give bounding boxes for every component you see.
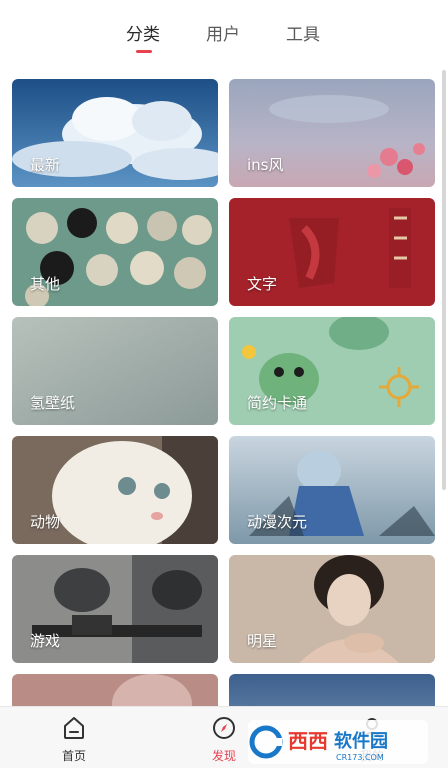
category-card-latest[interactable]: 最新 [12, 79, 218, 187]
tab-users[interactable]: 用户 [206, 20, 240, 45]
category-label: 简约卡通 [247, 394, 308, 412]
watermark-logo: 西西 软件园 CR173.COM [248, 720, 428, 764]
category-card-cartoon[interactable]: 简约卡通 [229, 317, 435, 425]
nav-discover[interactable]: 发现 [194, 715, 254, 764]
active-tab-indicator [136, 50, 152, 53]
category-card-text[interactable]: 文字 [229, 198, 435, 306]
category-label: 动物 [30, 513, 61, 531]
category-card-anime[interactable]: 动漫次元 [229, 436, 435, 544]
category-card-animals[interactable]: 动物 [12, 436, 218, 544]
category-label: ins风 [247, 156, 284, 174]
category-label: 游戏 [30, 632, 61, 650]
category-card-partial-right[interactable] [229, 674, 435, 706]
category-card-games[interactable]: 游戏 [12, 555, 218, 663]
tab-category[interactable]: 分类 [126, 20, 160, 45]
category-label: 最新 [30, 156, 61, 174]
category-grid: 最新 ins风 其他 文字 氢壁纸 简约卡通 动物 动漫次元 游戏 明星 [0, 78, 448, 706]
portrait-image [12, 674, 218, 706]
top-tab-bar: 分类 用户 工具 [0, 0, 448, 66]
svg-text:西西: 西西 [288, 729, 328, 753]
category-card-hydrogen[interactable]: 氢壁纸 [12, 317, 218, 425]
nav-label: 首页 [61, 749, 86, 763]
category-label: 明星 [247, 632, 278, 650]
category-card-partial-left[interactable] [12, 674, 218, 706]
scrollbar[interactable] [442, 70, 446, 490]
svg-text:CR173.COM: CR173.COM [336, 753, 384, 762]
nav-label: 发现 [211, 749, 236, 763]
category-card-other[interactable]: 其他 [12, 198, 218, 306]
landscape-image [229, 674, 435, 706]
home-icon [64, 717, 84, 739]
category-label: 氢壁纸 [30, 394, 76, 412]
nav-home[interactable]: 首页 [44, 715, 104, 764]
svg-text:软件园: 软件园 [334, 730, 388, 752]
category-card-ins[interactable]: ins风 [229, 79, 435, 187]
tab-tools[interactable]: 工具 [286, 20, 320, 45]
category-card-celebrity[interactable]: 明星 [229, 555, 435, 663]
category-label: 动漫次元 [247, 513, 308, 531]
compass-icon [213, 717, 235, 739]
category-label: 文字 [247, 275, 278, 293]
category-label: 其他 [30, 275, 61, 293]
